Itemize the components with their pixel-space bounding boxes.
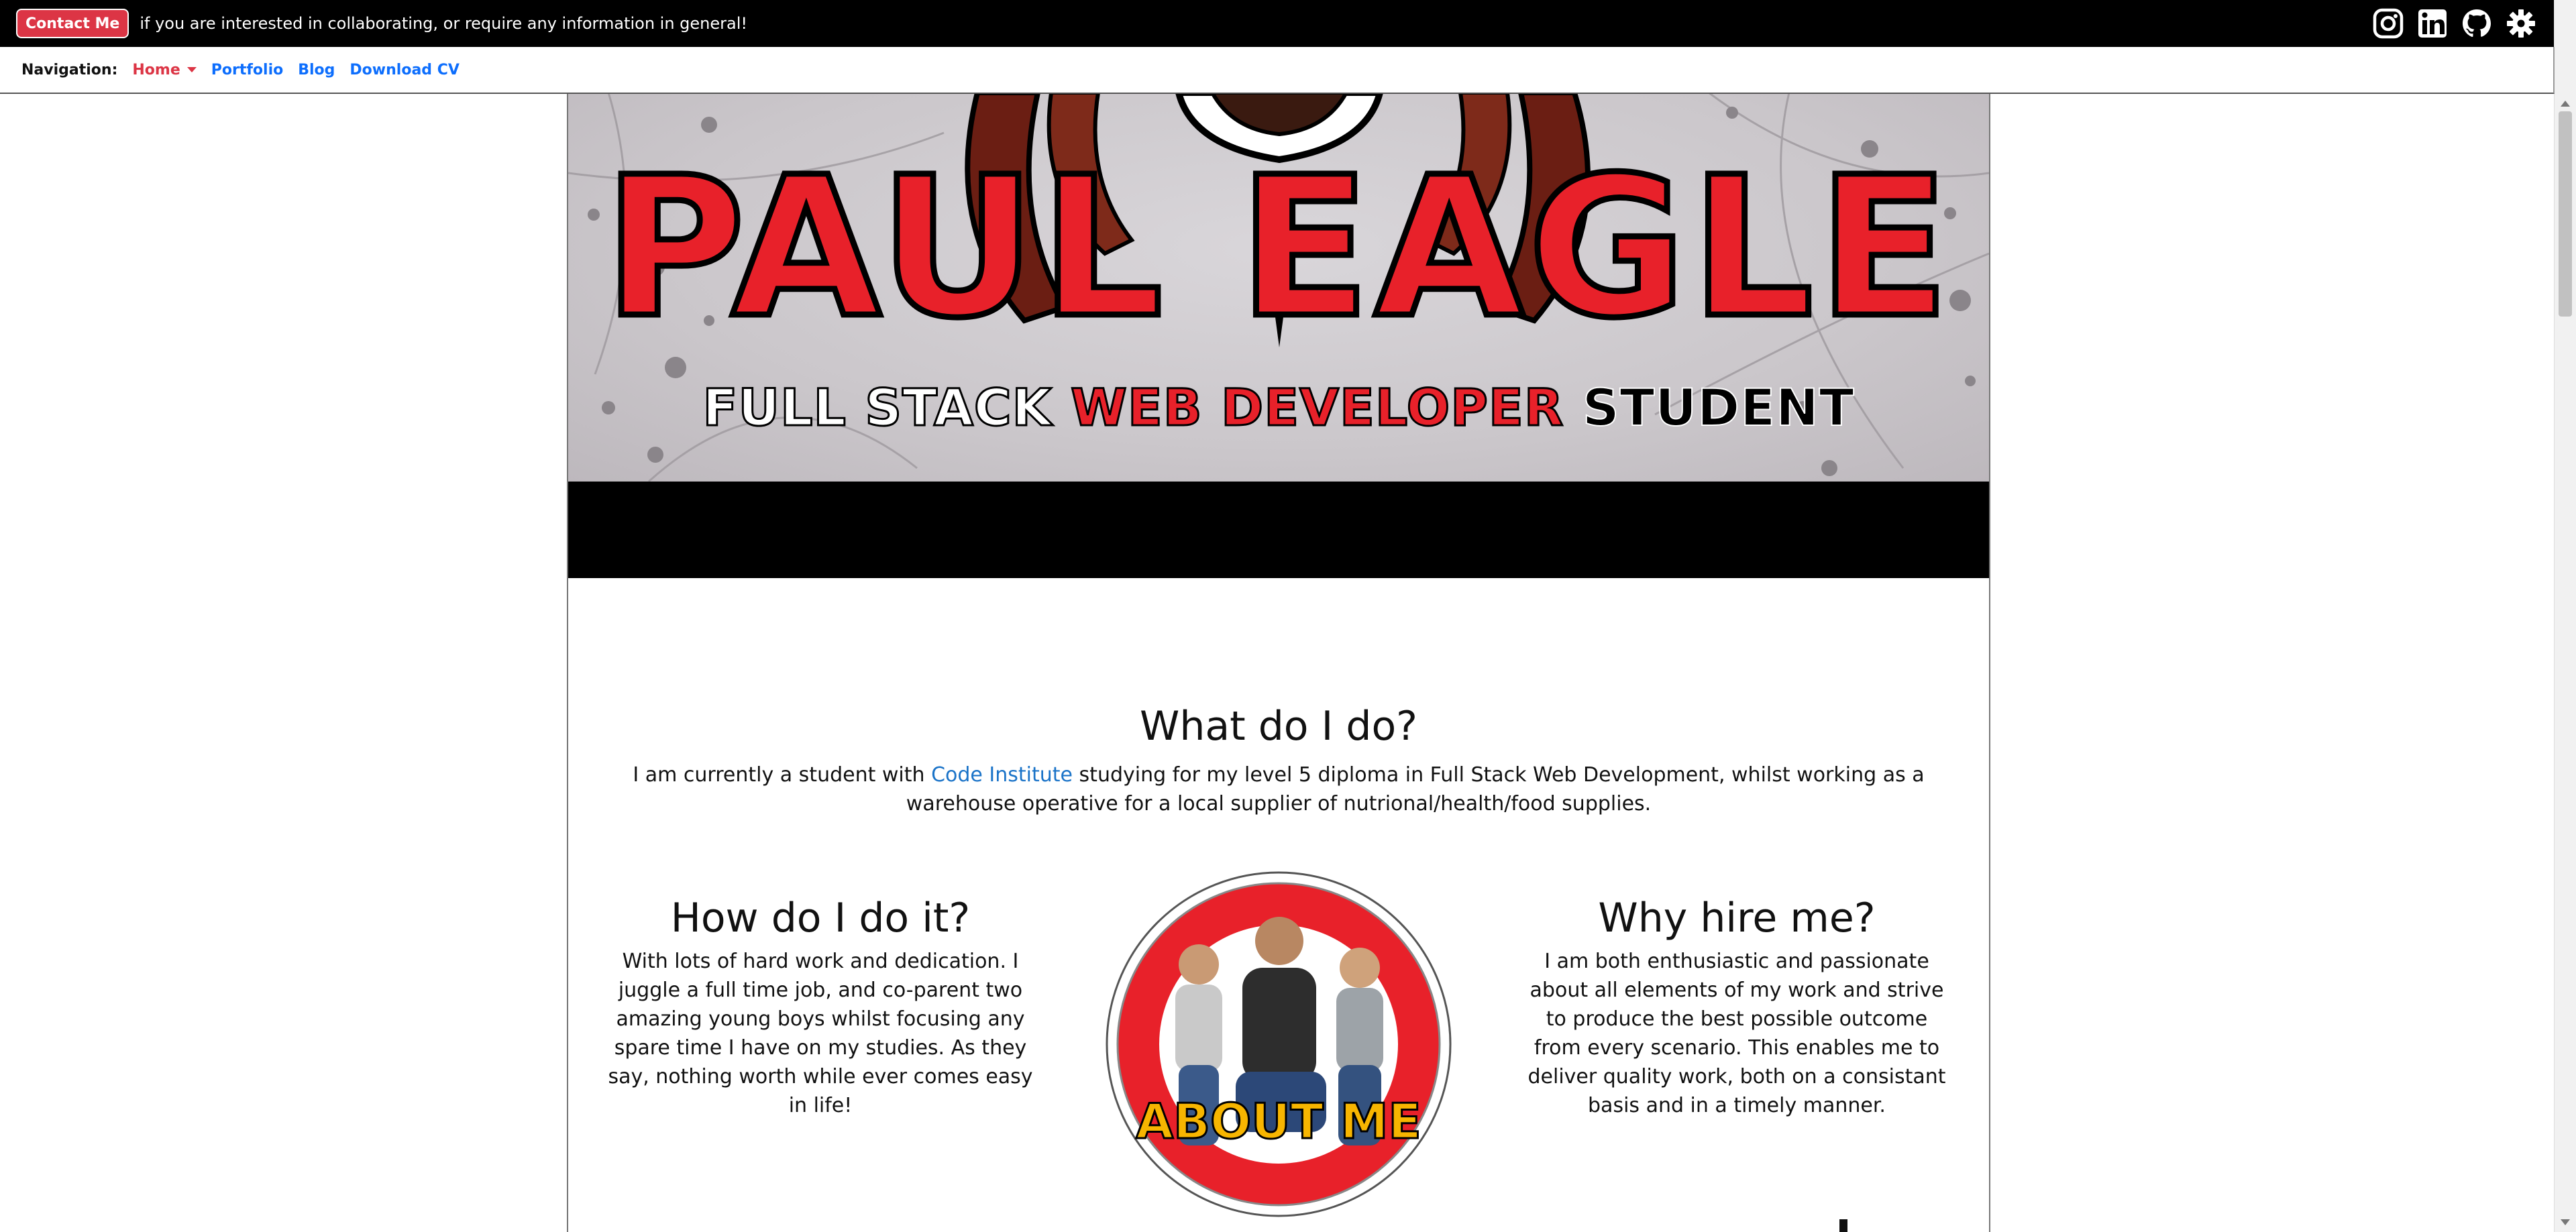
- scroll-up-arrow-icon[interactable]: [2561, 101, 2570, 107]
- linkedin-icon[interactable]: [2416, 7, 2449, 40]
- nav-item-home[interactable]: Home: [132, 61, 197, 78]
- banner-subtitle: FULL STACK WEB DEVELOPER STUDENT: [568, 381, 1989, 434]
- about-me-label: ABOUT ME: [1135, 1093, 1422, 1150]
- how-section: How do I do it? With lots of hard work a…: [606, 896, 1035, 1120]
- banner-title: PAUL EAGLE: [600, 135, 1954, 360]
- code-institute-link[interactable]: Code Institute: [931, 763, 1073, 787]
- why-heading: Why hire me?: [1598, 895, 1876, 942]
- what-text-before: I am currently a student with: [633, 763, 932, 787]
- page-scrollbar[interactable]: [2554, 0, 2576, 1232]
- nav-item-home-label: Home: [132, 61, 180, 78]
- what-heading: What do I do?: [1140, 703, 1417, 750]
- contact-message: if you are interested in collaborating, …: [140, 14, 748, 33]
- banner-footer-band: [568, 482, 1989, 578]
- contact-me-button[interactable]: Contact Me: [16, 9, 129, 38]
- github-icon[interactable]: [2461, 7, 2493, 40]
- nav-item-download-cv[interactable]: Download CV: [350, 62, 459, 78]
- main-content: PAUL EAGLE FULL STACK WEB DEVELOPER STUD…: [567, 93, 1990, 1232]
- what-paragraph: I am currently a student with Code Insti…: [606, 761, 1951, 818]
- how-heading: How do I do it?: [670, 895, 971, 942]
- settings-gear-icon[interactable]: [2505, 7, 2537, 40]
- why-section: Why hire me? I am both enthusiastic and …: [1522, 896, 1951, 1120]
- chevron-down-icon: [186, 67, 197, 72]
- about-me-badge[interactable]: ABOUT ME: [1105, 871, 1452, 1218]
- subtitle-web-developer: WEB DEVELOPER: [1070, 378, 1582, 437]
- nav-item-portfolio[interactable]: Portfolio: [211, 62, 284, 78]
- hero-banner: PAUL EAGLE FULL STACK WEB DEVELOPER STUD…: [568, 93, 1989, 482]
- nav-item-blog[interactable]: Blog: [298, 62, 335, 78]
- instagram-icon[interactable]: [2372, 7, 2404, 40]
- content-continues-mark: [1839, 1219, 1847, 1232]
- scrollbar-thumb[interactable]: [2559, 111, 2572, 317]
- nav-label: Navigation:: [21, 61, 118, 78]
- social-links: [2372, 7, 2537, 40]
- navigation-bar: Navigation: Home Portfolio Blog Download…: [0, 47, 2555, 94]
- scroll-down-arrow-icon[interactable]: [2561, 1219, 2570, 1225]
- subtitle-full-stack: FULL STACK: [702, 378, 1071, 437]
- why-paragraph: I am both enthusiastic and passionate ab…: [1527, 950, 1946, 1117]
- contact-bar: Contact Me if you are interested in coll…: [0, 0, 2555, 47]
- subtitle-student: STUDENT: [1582, 378, 1855, 437]
- how-paragraph: With lots of hard work and dedication. I…: [608, 950, 1033, 1117]
